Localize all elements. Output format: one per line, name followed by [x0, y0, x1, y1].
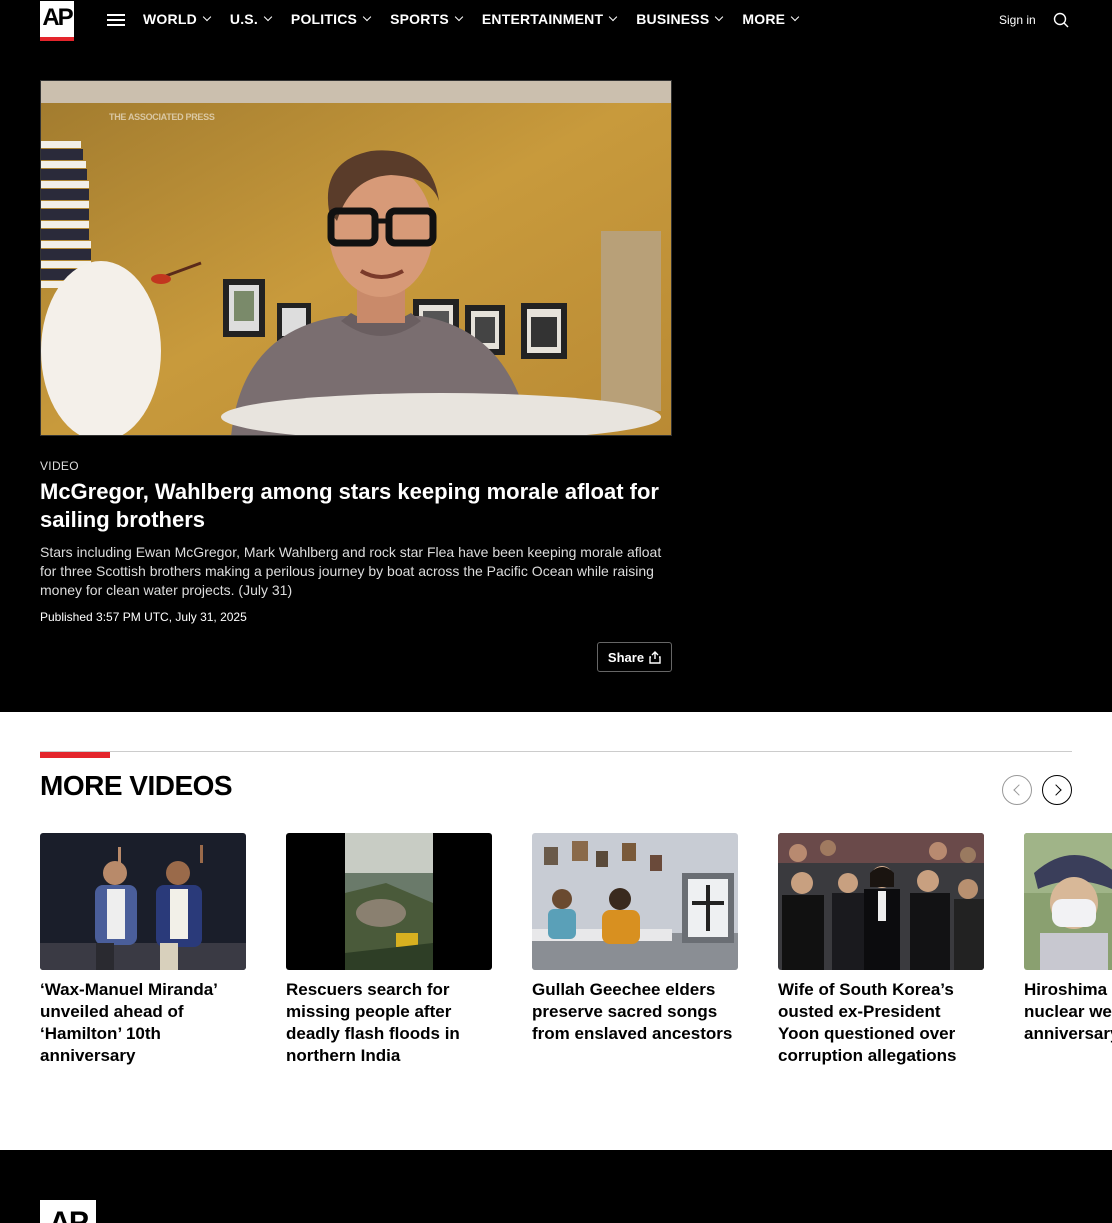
chevron-down-icon: [608, 12, 618, 22]
video-card-title: Hiroshima against nuclear weapons on ann…: [1024, 980, 1112, 1043]
menu-item-entertainment[interactable]: ENTERTAINMENT: [482, 11, 618, 27]
video-card-title: Rescuers search for missing people after…: [286, 980, 460, 1065]
chevron-left-icon: [1012, 784, 1025, 796]
share-button[interactable]: Share: [597, 642, 672, 672]
published-timestamp: Published 3:57 PM UTC, July 31, 2025: [40, 610, 247, 624]
video-card[interactable]: Hiroshima against nuclear weapons on ann…: [1024, 833, 1112, 1067]
video-watermark: THE ASSOCIATED PRESS: [109, 112, 215, 122]
video-carousel: ‘Wax-Manuel Miranda’ unveiled ahead of ‘…: [40, 833, 1112, 1067]
chevron-down-icon: [362, 12, 372, 22]
ap-logo[interactable]: AP: [40, 1, 74, 41]
carousel-prev-button[interactable]: [1002, 775, 1032, 805]
menu-item-business[interactable]: BUSINESS: [636, 11, 724, 27]
sign-in-link[interactable]: Sign in: [999, 13, 1036, 27]
footer-ap-logo[interactable]: AP: [40, 1200, 96, 1223]
video-card[interactable]: Wife of South Korea’s ousted ex-Presiden…: [778, 833, 984, 1067]
video-card-title: Wife of South Korea’s ousted ex-Presiden…: [778, 980, 957, 1065]
video-thumbnail: [532, 833, 738, 970]
search-icon[interactable]: [1053, 12, 1069, 28]
video-player[interactable]: THE ASSOCIATED PRESS: [40, 80, 672, 436]
top-nav: AP WORLD U.S. POLITICS SPORTS ENTERTAINM…: [0, 0, 1112, 42]
menu-item-more[interactable]: MORE: [742, 11, 800, 27]
video-headline: McGregor, Wahlberg among stars keeping m…: [40, 479, 659, 532]
chevron-down-icon: [790, 12, 800, 22]
more-videos-section: MORE VIDEOS ‘Wax-Manuel Miranda’ unveile…: [0, 712, 1112, 1150]
menu-item-sports[interactable]: SPORTS: [390, 11, 464, 27]
video-thumbnail: [40, 833, 246, 970]
section-divider: [40, 751, 1072, 752]
share-icon: [649, 650, 661, 664]
chevron-down-icon: [202, 12, 212, 22]
chevron-right-icon: [1049, 784, 1062, 796]
main-menu: WORLD U.S. POLITICS SPORTS ENTERTAINMENT…: [143, 11, 818, 27]
carousel-next-button[interactable]: [1042, 775, 1072, 805]
more-videos-title: MORE VIDEOS: [40, 770, 233, 801]
video-card[interactable]: Gullah Geechee elders preserve sacred so…: [532, 833, 738, 1067]
site-footer: AP: [0, 1150, 1112, 1223]
video-thumbnail: [1024, 833, 1112, 970]
hamburger-menu-icon[interactable]: [107, 14, 125, 26]
video-card[interactable]: Rescuers search for missing people after…: [286, 833, 492, 1067]
chevron-down-icon: [263, 12, 273, 22]
menu-item-politics[interactable]: POLITICS: [291, 11, 372, 27]
chevron-down-icon: [454, 12, 464, 22]
video-card-title: Gullah Geechee elders preserve sacred so…: [532, 980, 733, 1043]
video-card[interactable]: ‘Wax-Manuel Miranda’ unveiled ahead of ‘…: [40, 833, 246, 1067]
menu-item-world[interactable]: WORLD: [143, 11, 212, 27]
video-thumbnail: [286, 833, 492, 970]
video-frame-image: [41, 81, 671, 435]
chevron-down-icon: [715, 12, 724, 22]
logo-text: AP: [42, 4, 73, 31]
video-kicker: VIDEO: [40, 459, 79, 473]
video-card-title: ‘Wax-Manuel Miranda’ unveiled ahead of ‘…: [40, 980, 217, 1065]
share-label: Share: [607, 649, 645, 665]
menu-item-us[interactable]: U.S.: [230, 11, 273, 27]
video-description: Stars including Ewan McGregor, Mark Wahl…: [40, 544, 662, 598]
footer-logo-text: AP: [49, 1206, 89, 1223]
video-thumbnail: [778, 833, 984, 970]
section-accent-bar: [40, 752, 110, 758]
